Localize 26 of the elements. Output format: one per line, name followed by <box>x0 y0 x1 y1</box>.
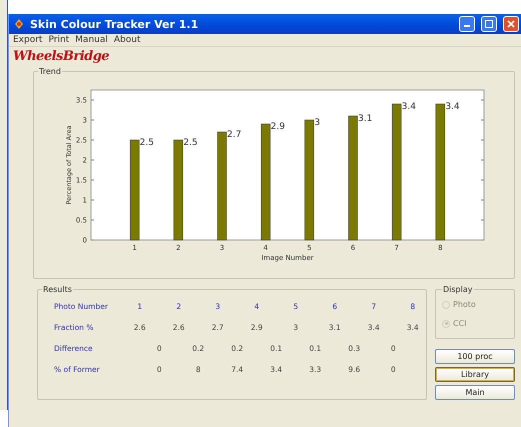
action-button[interactable]: 100 proc <box>435 349 515 364</box>
value-label: 3.4 <box>402 102 416 112</box>
value-label: 2.9 <box>270 122 285 132</box>
app-icon <box>13 18 25 30</box>
logo: WheelsBridge <box>12 48 110 66</box>
panel-title: Display <box>442 285 474 294</box>
action-button[interactable]: Main <box>435 385 515 400</box>
value-label: 3.1 <box>358 114 372 124</box>
value-label: 2.5 <box>140 138 154 148</box>
menu-item[interactable]: Export <box>13 35 42 45</box>
action-button[interactable]: Library <box>435 367 515 382</box>
close-button[interactable] <box>503 16 519 32</box>
window-title: Skin Colour Tracker Ver 1.1 <box>30 18 200 30</box>
minimize-button[interactable] <box>459 16 475 32</box>
panel-title: Results <box>42 285 73 294</box>
value-label: 3.4 <box>445 102 460 112</box>
close-icon <box>507 20 515 28</box>
value-label: 3 <box>314 118 320 128</box>
maximize-button[interactable] <box>481 16 497 32</box>
menu-item[interactable]: Manual <box>75 35 108 45</box>
menu-item[interactable]: About <box>114 35 140 45</box>
menu-item[interactable]: Print <box>48 35 70 45</box>
panel-title: Trend <box>38 67 62 76</box>
value-label: 2.7 <box>227 130 242 140</box>
maximize-icon <box>485 20 493 28</box>
value-label: 2.5 <box>183 138 198 148</box>
